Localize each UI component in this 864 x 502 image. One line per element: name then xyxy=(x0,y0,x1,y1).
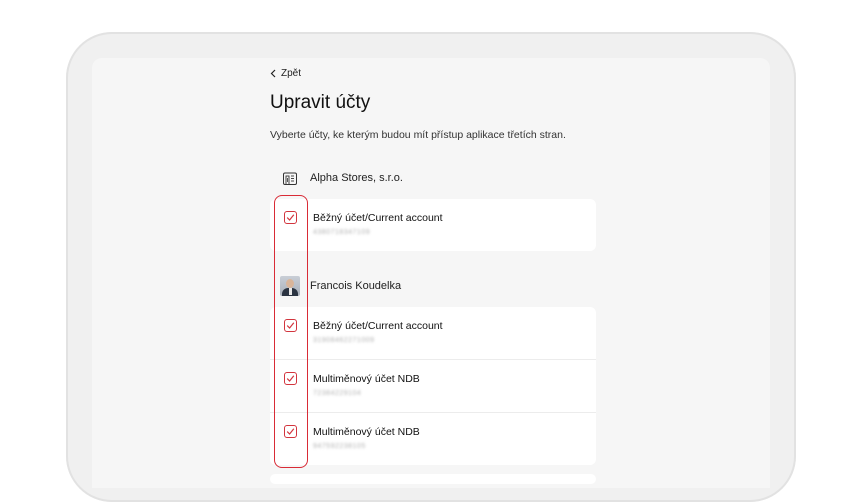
owner-name: Francois Koudelka xyxy=(310,280,402,292)
avatar xyxy=(280,276,300,296)
account-row[interactable]: Multiměnový účet NDB 947592238105 xyxy=(270,413,596,465)
account-number: 31908462271009 xyxy=(313,337,375,344)
back-link[interactable]: Zpět xyxy=(270,68,301,79)
account-checkbox[interactable] xyxy=(284,425,297,438)
account-checkbox[interactable] xyxy=(284,372,297,385)
account-number: 4380718347109 xyxy=(313,229,371,236)
account-row[interactable]: Běžný účet/Current account 3190846227100… xyxy=(270,307,596,360)
account-card: Běžný účet/Current account 4380718347109 xyxy=(270,199,596,251)
account-row[interactable]: Multiměnový účet NDB 72384229104 xyxy=(270,360,596,413)
page-title: Upravit účty xyxy=(270,92,371,113)
building-icon xyxy=(280,168,300,188)
account-name: Běžný účet/Current account xyxy=(313,320,443,332)
chevron-left-icon xyxy=(270,69,277,78)
account-name: Multiměnový účet NDB xyxy=(313,426,420,438)
account-card-partial xyxy=(270,474,596,484)
app-screen: Zpět Upravit účty Vyberte účty, ke který… xyxy=(92,58,770,488)
account-name: Běžný účet/Current account xyxy=(313,212,443,224)
account-number: 72384229104 xyxy=(313,390,362,397)
back-link-label: Zpět xyxy=(281,68,302,79)
owner-header-francois-koudelka: Francois Koudelka xyxy=(280,276,401,296)
owner-name: Alpha Stores, s.r.o. xyxy=(310,172,403,184)
account-checkbox[interactable] xyxy=(284,319,297,332)
account-card: Běžný účet/Current account 3190846227100… xyxy=(270,307,596,465)
owner-header-alpha-stores: Alpha Stores, s.r.o. xyxy=(280,168,403,188)
account-row[interactable]: Běžný účet/Current account 4380718347109 xyxy=(270,199,596,251)
account-number: 947592238105 xyxy=(313,443,366,450)
account-name: Multiměnový účet NDB xyxy=(313,373,420,385)
account-checkbox[interactable] xyxy=(284,211,297,224)
page-subtitle: Vyberte účty, ke kterým budou mít přístu… xyxy=(270,129,566,141)
